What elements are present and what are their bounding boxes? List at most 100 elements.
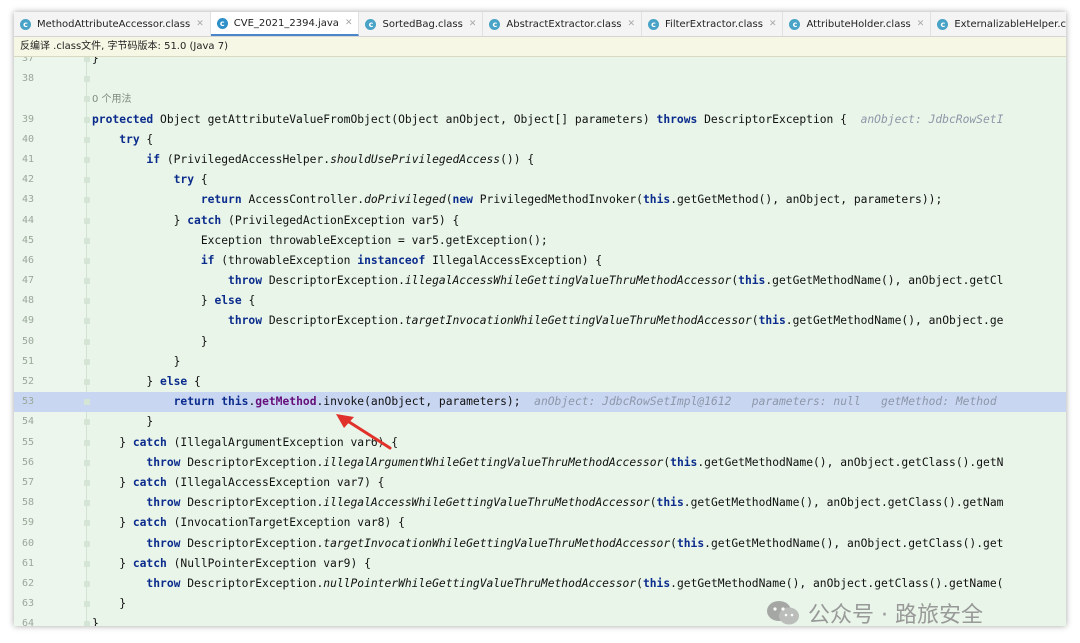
code-line[interactable]: 53 return this.getMethod.invoke(anObject… xyxy=(14,392,1066,413)
code-text: throw DescriptorException.targetInvocati… xyxy=(146,536,1004,550)
watermark-text: 公众号 · 路旅安全 xyxy=(808,603,983,626)
code-text: } catch (IllegalAccessException var7) { xyxy=(92,475,385,489)
fold-marker-icon[interactable] xyxy=(84,399,90,406)
line-number: 43 xyxy=(22,194,35,206)
fold-marker-icon[interactable] xyxy=(84,338,90,345)
code-editor[interactable]: 37} 38 0 个用法 39 protected Object getAttribut… xyxy=(14,57,1066,626)
code-line[interactable]: 0 个用法 xyxy=(14,89,1066,109)
code-line[interactable]: 42 try { xyxy=(14,170,1066,190)
line-number: 52 xyxy=(22,376,35,387)
fold-marker-icon[interactable] xyxy=(84,298,90,305)
class-file-icon: c xyxy=(365,18,377,30)
fold-marker-icon[interactable] xyxy=(84,257,90,264)
code-line[interactable]: 56 throw DescriptorException.illegalArgu… xyxy=(14,453,1066,473)
code-line[interactable]: 41 if (PrivilegedAccessHelper.shouldUseP… xyxy=(14,150,1066,170)
code-line[interactable]: 60 throw DescriptorException.targetInvoc… xyxy=(14,534,1066,554)
tab-5[interactable]: c AttributeHolder.class ✕ xyxy=(783,12,932,36)
code-line[interactable]: 59 } catch (InvocationTargetException va… xyxy=(14,513,1066,533)
close-icon[interactable]: ✕ xyxy=(769,19,777,29)
code-line[interactable]: 47 throw DescriptorException.illegalAcce… xyxy=(14,271,1066,291)
tab-2[interactable]: c SortedBag.class ✕ xyxy=(359,12,484,36)
tab-4[interactable]: c FilterExtractor.class ✕ xyxy=(642,12,784,36)
wechat-icon xyxy=(767,601,799,625)
code-line[interactable]: 46 if (throwableException instanceof Ill… xyxy=(14,251,1066,271)
code-line[interactable]: 39 protected Object getAttributeValueFrom… xyxy=(14,110,1066,130)
code-line[interactable]: 51 } xyxy=(14,352,1066,372)
close-icon[interactable]: ✕ xyxy=(627,19,635,29)
line-number: 60 xyxy=(22,537,35,549)
fold-marker-icon[interactable] xyxy=(84,540,90,547)
fold-marker-icon[interactable] xyxy=(84,96,90,103)
code-text: try { xyxy=(173,173,208,187)
fold-marker-icon[interactable] xyxy=(84,278,90,285)
fold-marker-icon[interactable] xyxy=(84,237,90,244)
close-icon[interactable]: ✕ xyxy=(917,19,925,29)
code-line[interactable]: 52 } else { xyxy=(14,372,1066,392)
line-number: 55 xyxy=(22,436,35,448)
code-line[interactable]: 50 } xyxy=(14,332,1066,352)
fold-marker-icon[interactable] xyxy=(84,116,90,123)
fold-marker-icon[interactable] xyxy=(84,439,90,446)
fold-marker-icon[interactable] xyxy=(84,358,90,365)
tab-0[interactable]: c MethodAttributeAccessor.class ✕ xyxy=(14,12,211,36)
code-line[interactable]: 45 Exception throwableException = var5.g… xyxy=(14,231,1066,251)
close-icon[interactable]: ✕ xyxy=(196,19,204,29)
fold-marker-icon[interactable] xyxy=(84,136,90,143)
tab-3[interactable]: c AbstractExtractor.class ✕ xyxy=(483,12,643,36)
fold-marker-icon[interactable] xyxy=(84,500,90,507)
tab-label: AttributeHolder.class xyxy=(806,18,911,30)
fold-marker-icon[interactable] xyxy=(84,76,90,83)
fold-marker-icon[interactable] xyxy=(84,217,90,224)
fold-marker-icon[interactable] xyxy=(84,419,90,426)
tab-6[interactable]: cExternalizableHelper.class✕ xyxy=(931,12,1066,36)
code-line[interactable]: 61 } catch (NullPointerException var9) { xyxy=(14,554,1066,574)
code-line[interactable]: 54 } xyxy=(14,412,1066,432)
code-text: throw DescriptorException.illegalAccessW… xyxy=(146,496,1004,510)
code-lines: 37} 38 0 个用法 39 protected Object getAttribut… xyxy=(14,57,1066,626)
code-text: return AccessController.doPrivileged(new… xyxy=(200,193,943,207)
code-text: throw DescriptorException.illegalAccessW… xyxy=(228,274,1004,288)
fold-marker-icon[interactable] xyxy=(84,580,90,587)
line-number: 54 xyxy=(22,416,35,428)
fold-marker-icon[interactable] xyxy=(84,601,90,608)
tab-1[interactable]: c CVE_2021_2394.java ✕ xyxy=(210,12,360,36)
fold-marker-icon[interactable] xyxy=(84,177,90,184)
code-line[interactable]: 37} xyxy=(14,57,1066,69)
line-number: 53 xyxy=(22,396,35,408)
code-line[interactable]: 43 return AccessController.doPrivileged(… xyxy=(14,190,1066,210)
red-arrow-annotation xyxy=(336,414,392,450)
code-line[interactable]: 40 try { xyxy=(14,130,1066,150)
code-line[interactable]: 38 xyxy=(14,69,1066,89)
line-number: 50 xyxy=(22,335,35,347)
code-line[interactable]: 58 throw DescriptorException.illegalAcce… xyxy=(14,493,1066,513)
line-number: 41 xyxy=(22,153,35,165)
fold-marker-icon[interactable] xyxy=(84,459,90,466)
code-line[interactable]: 48 } else { xyxy=(14,291,1066,311)
code-line[interactable]: 62 throw DescriptorException.nullPointer… xyxy=(14,574,1066,594)
fold-marker-icon[interactable] xyxy=(84,197,90,204)
fold-marker-icon[interactable] xyxy=(84,479,90,486)
fold-marker-icon[interactable] xyxy=(84,379,90,385)
code-text: throw DescriptorException.illegalArgumen… xyxy=(146,455,1004,469)
code-line[interactable]: 57 } catch (IllegalAccessException var7)… xyxy=(14,473,1066,493)
close-icon[interactable]: ✕ xyxy=(469,19,477,29)
code-line[interactable]: 55 } catch (IllegalArgumentException var… xyxy=(14,433,1066,453)
line-number: 39 xyxy=(22,113,35,125)
fold-marker-icon[interactable] xyxy=(84,318,90,325)
tab-label: ExternalizableHelper.class xyxy=(954,18,1066,30)
fold-marker-icon[interactable] xyxy=(84,621,90,626)
tab-label: CVE_2021_2394.java xyxy=(233,17,339,29)
tab-label: MethodAttributeAccessor.class xyxy=(37,18,191,30)
code-line[interactable]: 44 } catch (PrivilegedActionException va… xyxy=(14,211,1066,231)
code-text: } catch (PrivilegedActionException var5)… xyxy=(92,213,460,227)
fold-marker-icon[interactable] xyxy=(84,57,90,62)
close-icon[interactable]: ✕ xyxy=(345,18,353,28)
fold-marker-icon[interactable] xyxy=(84,560,90,567)
line-number: 51 xyxy=(22,355,35,367)
class-file-icon: c xyxy=(489,18,501,30)
line-number: 49 xyxy=(22,315,35,327)
code-line[interactable]: 49 throw DescriptorException.targetInvoc… xyxy=(14,311,1066,331)
fold-marker-icon[interactable] xyxy=(84,156,90,163)
class-file-icon: c xyxy=(789,18,801,30)
fold-marker-icon[interactable] xyxy=(84,520,90,527)
